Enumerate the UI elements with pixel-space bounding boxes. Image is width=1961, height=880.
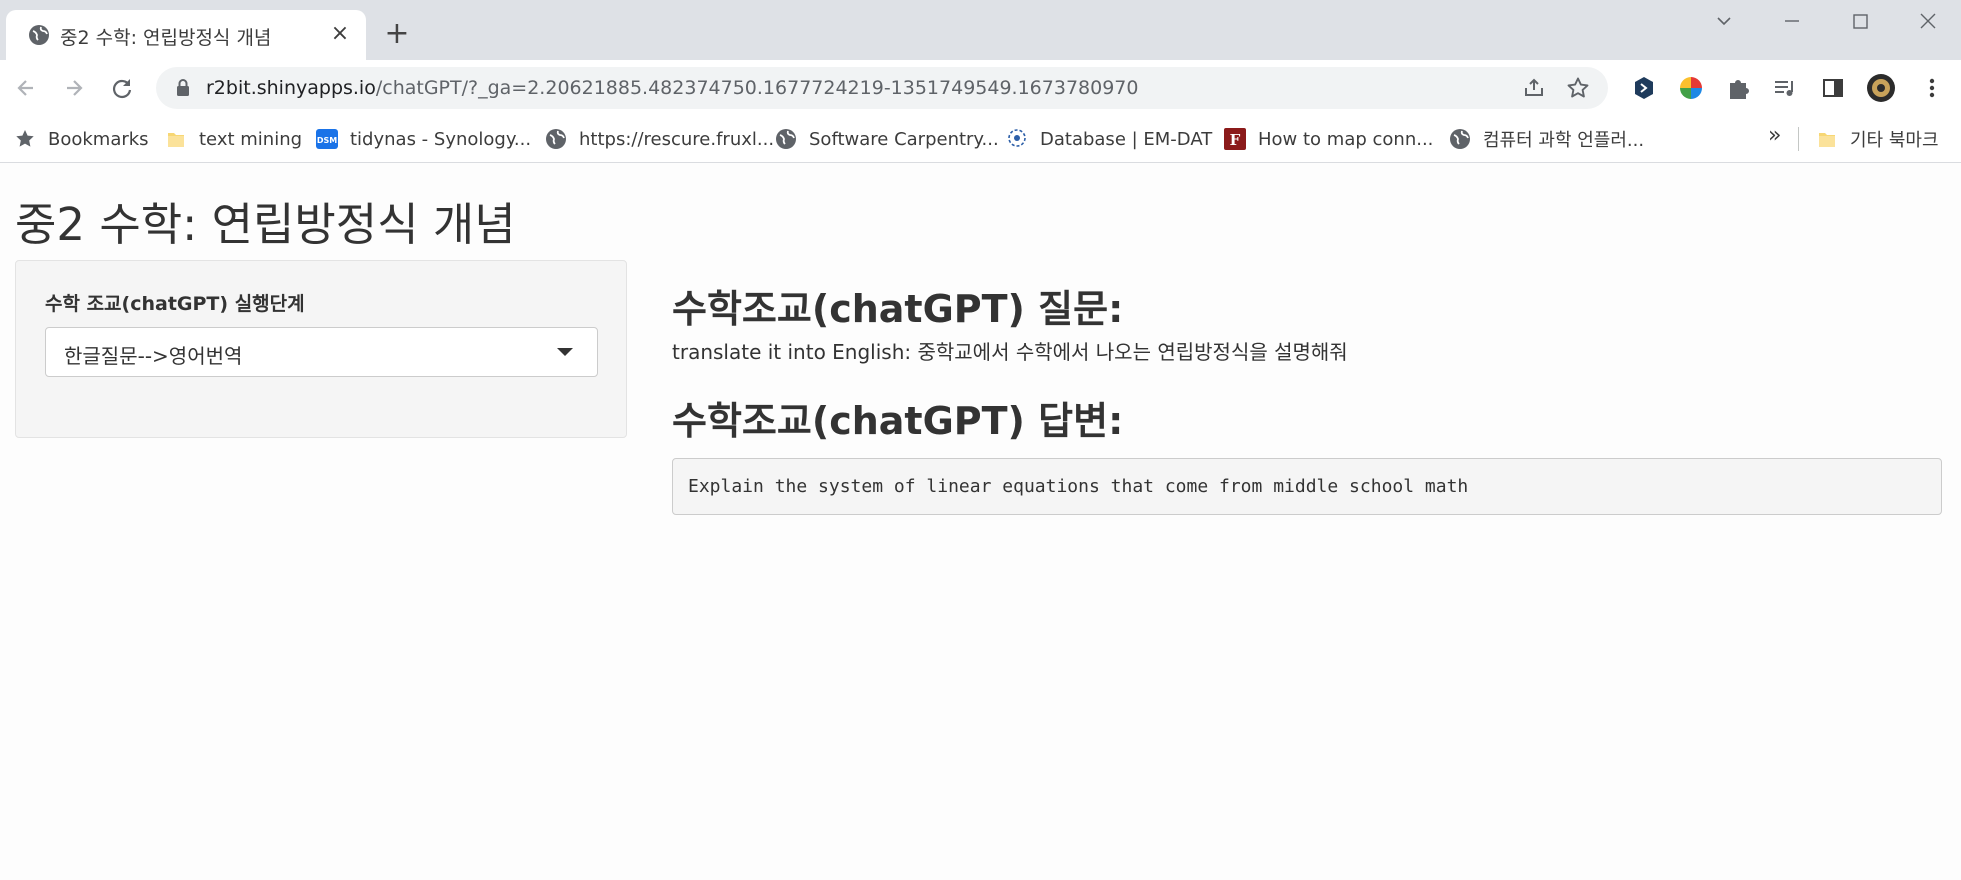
bookmark-item-bookmarks[interactable]: Bookmarks [14, 125, 149, 153]
globe-icon [1450, 129, 1470, 149]
page-title: 중2 수학: 연립방정식 개념 [15, 198, 516, 251]
answer-output: Explain the system of linear equations t… [672, 458, 1942, 515]
share-icon[interactable] [1522, 76, 1546, 100]
bookmark-label: text mining [199, 128, 303, 150]
new-tab-button[interactable]: + [382, 19, 412, 50]
bookmark-label: Bookmarks [48, 128, 149, 150]
emdat-icon [1008, 129, 1026, 147]
extension-hex-icon[interactable] [1629, 73, 1659, 103]
step-select-value: 한글질문-->영어번역 [64, 344, 243, 368]
bookmarks-overflow-button[interactable]: » [1768, 123, 1781, 148]
bookmark-label: 기타 북마크 [1850, 130, 1939, 151]
back-icon[interactable] [11, 73, 41, 103]
bookmark-item-emdat[interactable]: Database | EM-DAT [1006, 125, 1212, 153]
side-panel-icon[interactable] [1818, 73, 1848, 103]
bookmark-label: 컴퓨터 과학 언플러... [1483, 130, 1645, 151]
tab-search-icon[interactable] [1704, 6, 1744, 36]
close-window-icon[interactable] [1908, 6, 1948, 36]
bookmarks-bar: Bookmarks text mining DSM tidynas - Syno… [0, 115, 1961, 163]
maximize-icon[interactable] [1840, 6, 1880, 36]
star-icon [16, 130, 34, 147]
media-control-icon[interactable] [1770, 73, 1800, 103]
f-logo-icon: F [1224, 128, 1246, 150]
bookmark-item-cs-unplugged[interactable]: 컴퓨터 과학 언플러... [1449, 125, 1644, 153]
bookmark-label: How to map conn... [1258, 128, 1434, 150]
bookmark-label: Software Carpentry... [809, 128, 999, 150]
chevron-down-icon[interactable] [557, 348, 573, 356]
bookmark-label: Database | EM-DAT [1040, 128, 1213, 150]
answer-text: Explain the system of linear equations t… [688, 476, 1469, 497]
url-path: /chatGPT/?_ga=2.20621885.482374750.16777… [375, 77, 1139, 99]
bookmarks-divider [1798, 127, 1799, 151]
extensions-puzzle-icon[interactable] [1723, 73, 1753, 103]
browser-window: 중2 수학: 연립방정식 개념 × + r2bit.shinyapps.io/c… [0, 0, 1961, 880]
profile-avatar-icon[interactable] [1866, 73, 1896, 103]
reload-icon[interactable] [107, 73, 137, 103]
browser-menu-icon[interactable] [1917, 73, 1947, 103]
lock-icon [177, 79, 189, 96]
sidebar-panel: 수학 조교(chatGPT) 실행단계 한글질문-->영어번역 [15, 260, 627, 438]
svg-text:F: F [1230, 131, 1241, 149]
address-bar[interactable]: r2bit.shinyapps.io/chatGPT/?_ga=2.206218… [156, 67, 1608, 109]
question-heading: 수학조교(chatGPT) 질문: [672, 287, 1124, 331]
bookmark-star-icon[interactable] [1566, 76, 1590, 100]
url-host: r2bit.shinyapps.io [206, 77, 376, 99]
svg-text:DSM: DSM [317, 136, 337, 145]
url-text[interactable]: r2bit.shinyapps.io/chatGPT/?_ga=2.206218… [206, 77, 1138, 99]
forward-icon[interactable] [59, 73, 89, 103]
step-select[interactable]: 한글질문-->영어번역 [45, 327, 598, 377]
bookmark-item-text-mining[interactable]: text mining [165, 125, 302, 153]
bookmark-item-rescure[interactable]: https://rescure.fruxl... [545, 125, 774, 153]
tab-title: 중2 수학: 연립방정식 개념 [60, 27, 272, 49]
step-select-label: 수학 조교(chatGPT) 실행단계 [45, 293, 305, 315]
page-content: 중2 수학: 연립방정식 개념 수학 조교(chatGPT) 실행단계 한글질문… [0, 164, 1961, 880]
browser-toolbar: r2bit.shinyapps.io/chatGPT/?_ga=2.206218… [0, 60, 1961, 115]
globe-icon [546, 129, 566, 149]
folder-icon [1819, 133, 1835, 147]
dsm-icon: DSM [316, 129, 338, 149]
bookmark-label: https://rescure.fruxl... [579, 128, 775, 150]
bookmark-item-other-bookmarks[interactable]: 기타 북마크 [1816, 125, 1939, 153]
tab-close-icon[interactable]: × [328, 22, 352, 46]
tab-strip: 중2 수학: 연립방정식 개념 × + [0, 0, 1961, 60]
bookmark-label: tidynas - Synology... [350, 128, 532, 150]
bookmark-item-software-carpentry[interactable]: Software Carpentry... [775, 125, 999, 153]
globe-icon [29, 25, 49, 45]
answer-heading: 수학조교(chatGPT) 답변: [672, 399, 1124, 443]
bookmark-item-tidynas[interactable]: DSM tidynas - Synology... [316, 125, 531, 153]
globe-icon [776, 129, 796, 149]
extension-color-wheel-icon[interactable] [1676, 73, 1706, 103]
minimize-icon[interactable] [1772, 6, 1812, 36]
question-text: translate it into English: 중학교에서 수학에서 나오… [672, 340, 1348, 364]
bookmark-item-how-to-map[interactable]: F How to map conn... [1224, 125, 1433, 153]
folder-icon [168, 133, 184, 147]
active-tab[interactable]: 중2 수학: 연립방정식 개념 × [6, 10, 366, 60]
